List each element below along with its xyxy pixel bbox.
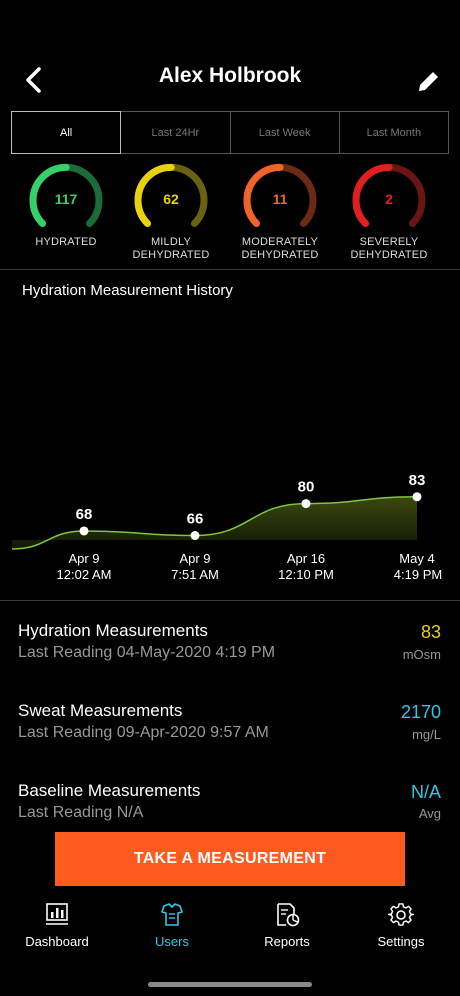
x-tick-label-time: 12:02 AM <box>57 567 112 582</box>
divider <box>0 269 460 270</box>
chart-data-label: 83 <box>409 472 426 489</box>
x-tick-label-date: Apr 9 <box>179 551 210 566</box>
page-title: Alex Holbrook <box>158 64 302 87</box>
gauge-value: 11 <box>272 191 288 207</box>
hydration-measurements-title[interactable]: Hydration Measurements <box>18 621 208 641</box>
x-tick-label-time: 7:51 AM <box>171 567 219 582</box>
tab-last-24hr[interactable]: Last 24Hr <box>120 112 229 153</box>
dashboard-icon <box>46 903 68 925</box>
sweat-last-reading: Last Reading 09-Apr-2020 9:57 AM <box>18 724 269 741</box>
hydration-unit: mOsm <box>402 647 441 662</box>
gauge-value: 2 <box>385 191 393 207</box>
gauge-label: MODERATELY DEHYDRATED <box>241 236 319 261</box>
baseline-value: N/A <box>410 782 441 802</box>
hydration-last-reading: Last Reading 04-May-2020 4:19 PM <box>18 644 276 661</box>
gauge-value: 62 <box>163 191 179 207</box>
time-filter-tabs: All Last 24Hr Last Week Last Month <box>11 111 449 154</box>
x-tick-label-date: Apr 9 <box>68 551 99 566</box>
take-measurement-button[interactable]: TAKE A MEASUREMENT <box>55 832 405 886</box>
chart-point[interactable] <box>412 492 422 502</box>
x-tick-label-date: May 4 <box>399 551 434 566</box>
gauge-value: 117 <box>54 191 78 207</box>
nav-users[interactable]: Users <box>122 902 222 949</box>
nav-reports[interactable]: Reports <box>237 902 337 949</box>
x-tick-label-time: 4:19 PM <box>394 567 442 582</box>
gauge-mildly-dehydrated[interactable]: 62 MILDLY DEHYDRATED <box>116 160 226 262</box>
tab-all[interactable]: All <box>11 111 122 154</box>
baseline-last-reading: Last Reading N/A <box>18 804 144 821</box>
gauge-hydrated[interactable]: 117 HYDRATED <box>11 160 121 249</box>
sweat-unit: mg/L <box>412 727 441 742</box>
gear-icon <box>388 903 414 926</box>
baseline-measurements-title[interactable]: Baseline Measurements <box>18 781 200 801</box>
gauge-label: HYDRATED <box>35 236 97 248</box>
reports-icon <box>277 903 300 927</box>
gauge-label: SEVERELY DEHYDRATED <box>350 236 428 261</box>
chart-area <box>12 496 417 549</box>
history-title: Hydration Measurement History <box>22 282 233 299</box>
hydration-history-chart: 68Apr 912:02 AM66Apr 97:51 AM80Apr 1612:… <box>11 472 442 582</box>
hydration-value: 83 <box>420 622 441 642</box>
pencil-icon[interactable] <box>416 68 442 94</box>
x-tick-label-date: Apr 16 <box>287 551 325 566</box>
chart-data-label: 80 <box>298 479 315 496</box>
sweat-value: 2170 <box>400 702 441 722</box>
chart-point[interactable] <box>79 526 89 536</box>
nav-settings[interactable]: Settings <box>351 902 451 949</box>
users-icon <box>161 903 183 926</box>
sweat-measurements-title[interactable]: Sweat Measurements <box>18 701 182 721</box>
chart-data-label: 68 <box>76 506 93 523</box>
home-indicator <box>148 982 312 987</box>
x-tick-label-time: 12:10 PM <box>278 567 334 582</box>
nav-dashboard-label: Dashboard <box>25 934 89 949</box>
chart-point[interactable] <box>301 499 311 509</box>
nav-dashboard[interactable]: Dashboard <box>7 902 107 949</box>
gauge-severely-dehydrated[interactable]: 2 SEVERELY DEHYDRATED <box>334 160 444 262</box>
gauge-label: MILDLY DEHYDRATED <box>132 236 210 261</box>
tab-last-month[interactable]: Last Month <box>338 112 448 153</box>
baseline-unit: Avg <box>418 806 441 821</box>
tab-last-week[interactable]: Last Week <box>229 112 339 153</box>
nav-users-label: Users <box>155 934 189 949</box>
chart-data-label: 66 <box>187 511 204 528</box>
nav-reports-label: Reports <box>264 934 310 949</box>
divider <box>0 600 460 601</box>
chart-point[interactable] <box>190 531 200 541</box>
nav-settings-label: Settings <box>377 934 425 949</box>
gauge-moderately-dehydrated[interactable]: 11 MODERATELY DEHYDRATED <box>225 160 335 262</box>
